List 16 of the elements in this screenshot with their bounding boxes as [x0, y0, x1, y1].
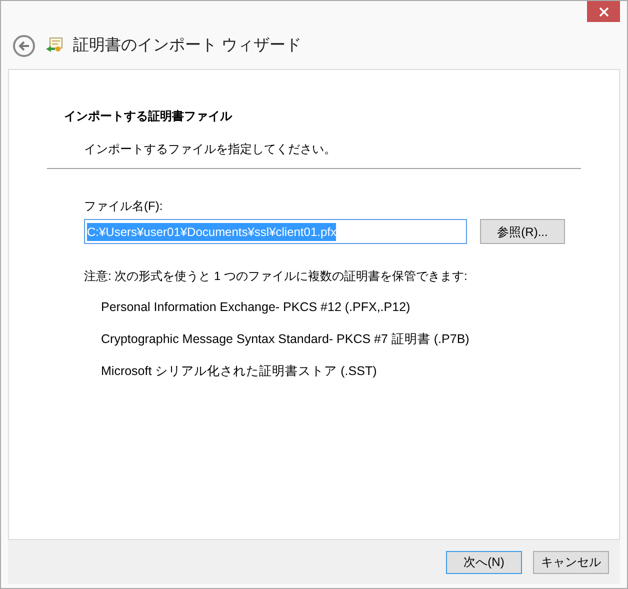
- file-name-label: ファイル名(F):: [84, 198, 164, 215]
- browse-button[interactable]: 参照(R)...: [480, 219, 565, 244]
- dialog-button[interactable]: 次へ(N): [446, 550, 522, 574]
- close-icon: [598, 6, 608, 16]
- format-item: Cryptographic Message Syntax Standard- PKCS #7 証明書 (.P7B): [101, 330, 470, 348]
- dialog-button[interactable]: キャンセル: [533, 550, 609, 574]
- page-subheading: インポートするファイルを指定してください。: [83, 141, 337, 158]
- close-button[interactable]: [587, 1, 620, 22]
- window-title: 証明書のインポート ウィザード: [73, 36, 302, 56]
- page-heading: インポートする証明書ファイル: [64, 108, 234, 125]
- note-text: 注意: 次の形式を使うと 1 つのファイルに複数の証明書を保管できます:: [84, 268, 468, 285]
- format-item: Microsoft シリアル化された証明書ストア (.SST): [101, 362, 378, 380]
- back-button[interactable]: [13, 35, 35, 57]
- format-item: Personal Information Exchange- PKCS #12 (.PFX,.P12): [101, 299, 412, 316]
- certificate-icon: [45, 37, 63, 55]
- back-arrow-icon: [18, 40, 30, 52]
